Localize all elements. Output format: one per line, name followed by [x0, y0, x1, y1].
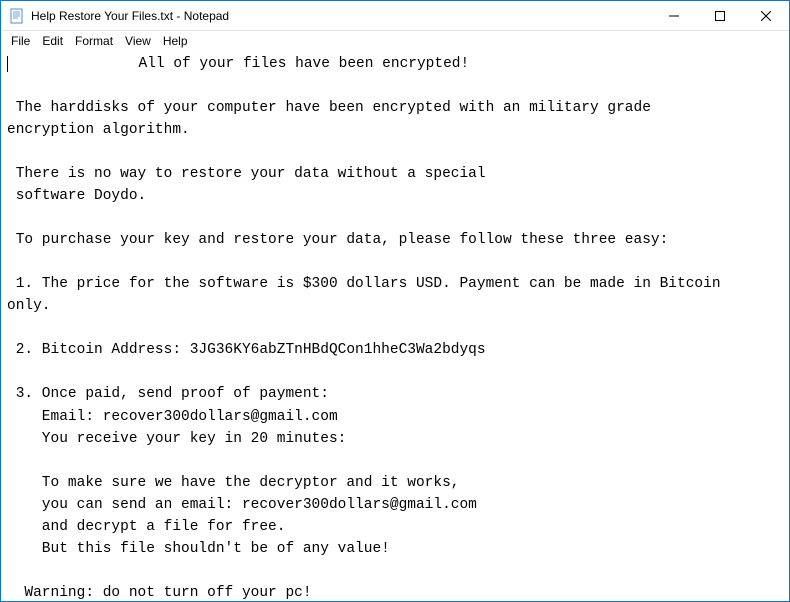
text-line: Warning: do not turn off your pc! [7, 585, 312, 601]
menu-view[interactable]: View [119, 33, 157, 49]
text-line: There is no way to restore your data wit… [7, 166, 486, 182]
text-line: To make sure we have the decryptor and i… [7, 475, 459, 491]
window-title: Help Restore Your Files.txt - Notepad [31, 9, 651, 23]
minimize-button[interactable] [651, 1, 697, 31]
titlebar: Help Restore Your Files.txt - Notepad [1, 1, 789, 31]
text-line: The harddisks of your computer have been… [7, 100, 651, 116]
menu-edit[interactable]: Edit [36, 33, 69, 49]
text-line: 2. Bitcoin Address: 3JG36KY6abZTnHBdQCon… [7, 342, 486, 358]
text-line: To purchase your key and restore your da… [7, 232, 668, 248]
text-line: All of your files have been encrypted! [8, 56, 469, 72]
text-line: Email: recover300dollars@gmail.com [7, 409, 338, 425]
menu-format[interactable]: Format [69, 33, 119, 49]
window-controls [651, 1, 789, 30]
text-line: encryption algorithm. [7, 122, 190, 138]
text-line: You receive your key in 20 minutes: [7, 431, 346, 447]
text-line: and decrypt a file for free. [7, 519, 285, 535]
notepad-icon [9, 8, 25, 24]
text-line: only. [7, 298, 51, 314]
close-button[interactable] [743, 1, 789, 31]
text-line: 3. Once paid, send proof of payment: [7, 386, 329, 402]
text-line: software Doydo. [7, 188, 146, 204]
text-line: 1. The price for the software is $300 do… [7, 276, 721, 292]
menubar: File Edit Format View Help [1, 31, 789, 51]
text-line: you can send an email: recover300dollars… [7, 497, 477, 513]
text-area[interactable]: All of your files have been encrypted! T… [1, 51, 789, 601]
text-line: But this file shouldn't be of any value! [7, 541, 390, 557]
menu-help[interactable]: Help [157, 33, 194, 49]
menu-file[interactable]: File [5, 33, 36, 49]
maximize-button[interactable] [697, 1, 743, 31]
